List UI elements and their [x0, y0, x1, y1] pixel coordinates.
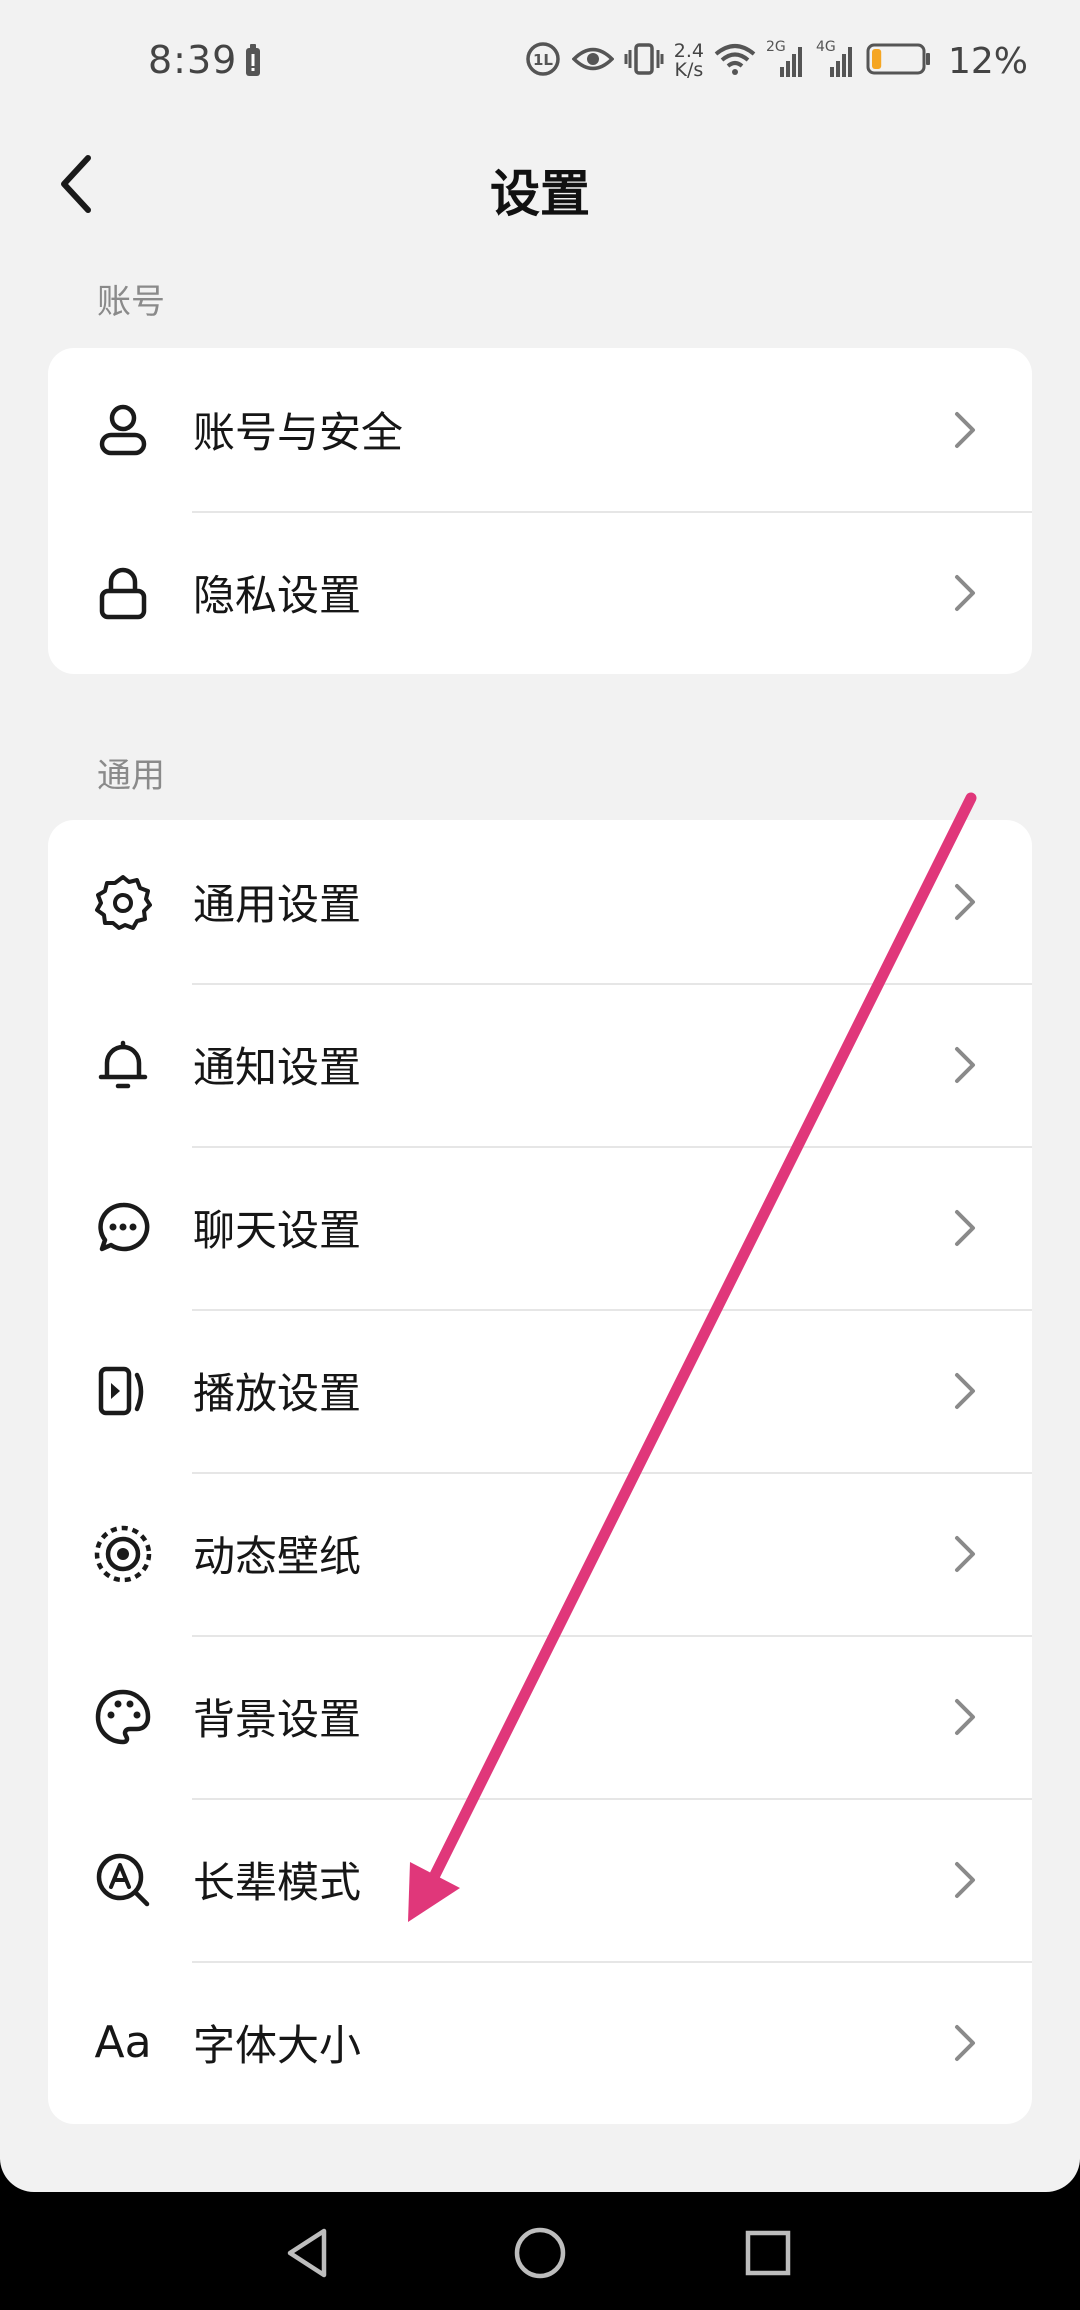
settings-item-notification[interactable]: 通知设置	[48, 983, 1032, 1146]
battery-percent: 12%	[947, 40, 1028, 82]
general-card: 通用设置 通知设置 聊天设置 播放设置 动态壁纸 背景设置 长辈模式 Aa 字体…	[48, 820, 1032, 2124]
settings-item-elder-mode[interactable]: 长辈模式	[48, 1798, 1032, 1961]
status-right-group: 1L 2.4 K/s 2G 4G 12%	[524, 36, 1028, 86]
eye-icon	[571, 44, 615, 78]
vibrate-icon	[624, 42, 664, 80]
live-wallpaper-icon	[92, 1523, 154, 1585]
settings-item-background[interactable]: 背景设置	[48, 1635, 1032, 1798]
elder-mode-icon	[92, 1849, 154, 1911]
status-bar: 8:39 1L 2.4 K/s 2G 4G 12%	[0, 0, 1080, 120]
nav-recents-button[interactable]	[733, 2218, 803, 2288]
palette-icon	[92, 1686, 154, 1748]
signal-2g-icon: 2G	[766, 39, 806, 79]
chevron-right-icon	[950, 882, 980, 922]
font-size-icon: Aa	[94, 2017, 152, 2068]
svg-text:1L: 1L	[533, 51, 553, 69]
chevron-right-icon	[950, 1534, 980, 1574]
chevron-right-icon	[950, 573, 980, 613]
gear-icon	[92, 871, 154, 933]
settings-item-font-size[interactable]: Aa 字体大小	[48, 1961, 1032, 2124]
nav-home-button[interactable]	[505, 2218, 575, 2288]
signal-4g-icon: 4G	[816, 39, 856, 79]
lock-icon	[92, 562, 154, 624]
chevron-right-icon	[950, 1208, 980, 1248]
page-title: 设置	[490, 165, 590, 223]
nav-back-button[interactable]	[273, 2218, 343, 2288]
settings-item-label: 通用设置	[193, 880, 362, 929]
settings-item-label: 动态壁纸	[193, 1532, 362, 1581]
settings-item-chat[interactable]: 聊天设置	[48, 1146, 1032, 1309]
section-label-general: 通用	[97, 756, 165, 796]
chevron-right-icon	[950, 1045, 980, 1085]
chat-bubble-icon	[92, 1197, 154, 1259]
settings-item-label: 隐私设置	[193, 571, 362, 620]
hd-call-icon: 1L	[524, 40, 562, 82]
status-time: 8:39	[148, 38, 238, 82]
circle-home-icon	[514, 2227, 566, 2279]
settings-item-playback[interactable]: 播放设置	[48, 1309, 1032, 1472]
settings-item-account-security[interactable]: 账号与安全	[48, 348, 1032, 511]
battery-saver-icon	[243, 44, 263, 82]
settings-item-label: 长辈模式	[193, 1858, 362, 1907]
settings-item-label: 账号与安全	[193, 408, 404, 457]
settings-screen: 8:39 1L 2.4 K/s 2G 4G 12% 设置 账号 账号与安全 隐私…	[0, 0, 1080, 2192]
chevron-right-icon	[950, 1697, 980, 1737]
network-speed-unit: K/s	[674, 59, 704, 81]
chevron-right-icon	[950, 1371, 980, 1411]
settings-item-label: 聊天设置	[193, 1206, 362, 1255]
system-navigation-bar	[0, 2192, 1080, 2310]
settings-item-live-wallpaper[interactable]: 动态壁纸	[48, 1472, 1032, 1635]
play-icon	[92, 1360, 154, 1422]
settings-item-label: 通知设置	[193, 1043, 362, 1092]
settings-item-privacy[interactable]: 隐私设置	[48, 511, 1032, 674]
chevron-right-icon	[950, 1860, 980, 1900]
settings-item-label: 播放设置	[193, 1369, 362, 1418]
square-recents-icon	[745, 2230, 791, 2276]
battery-icon	[866, 42, 932, 80]
top-bar: 设置	[0, 130, 1080, 240]
bell-icon	[92, 1034, 154, 1096]
settings-item-general[interactable]: 通用设置	[48, 820, 1032, 983]
network-speed: 2.4 K/s	[674, 42, 704, 80]
settings-item-label: 背景设置	[193, 1695, 362, 1744]
chevron-right-icon	[950, 410, 980, 450]
wifi-icon	[714, 42, 756, 80]
account-card: 账号与安全 隐私设置	[48, 348, 1032, 674]
chevron-right-icon	[950, 2023, 980, 2063]
person-icon	[92, 399, 154, 461]
section-label-account: 账号	[97, 282, 165, 322]
triangle-back-icon	[287, 2228, 327, 2278]
settings-item-label: 字体大小	[193, 2021, 362, 2070]
